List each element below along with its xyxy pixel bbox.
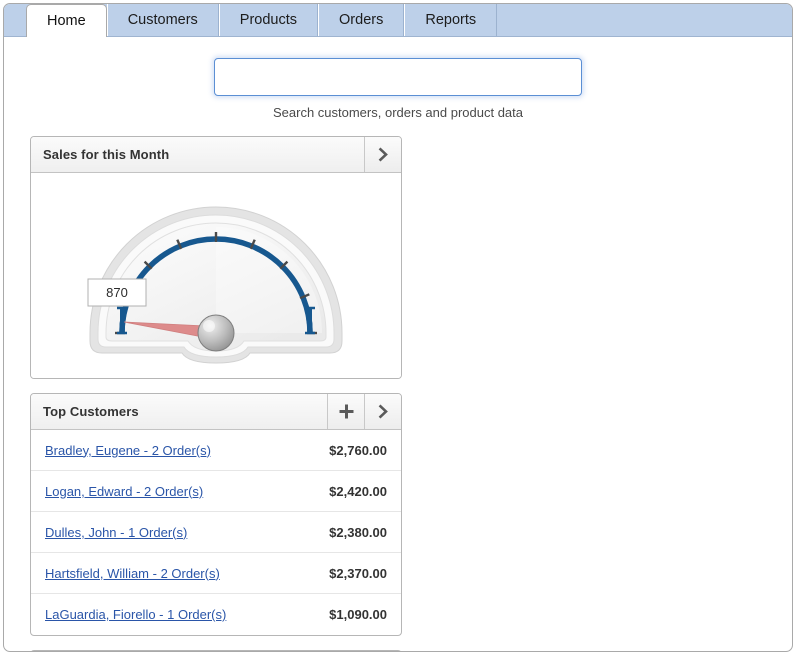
panel-sales-for-this-month: Sales for this Month 870 (30, 136, 402, 379)
sales-gauge: 870 (31, 173, 401, 378)
list-item: Dulles, John - 1 Order(s) $2,380.00 (31, 512, 401, 553)
panel-header: Sales for this Month (31, 137, 401, 173)
tab-label: Products (239, 12, 298, 28)
row-amount: $2,420.00 (329, 483, 387, 499)
list-item: Hartsfield, William - 2 Order(s) $2,370.0… (31, 553, 401, 594)
row-amount: $1,090.00 (329, 607, 387, 622)
panel-header: Top Products (31, 651, 401, 652)
list-item: LaGuardia, Fiorello - 1 Order(s) $1,090.0… (31, 594, 401, 635)
main-tabbar: Home Customers Products Orders Reports (4, 4, 792, 37)
plus-icon (339, 404, 354, 419)
list-item: Bradley, Eugene - 2 Order(s) $2,760.00 (31, 430, 401, 471)
tab-home[interactable]: Home (26, 4, 107, 37)
gauge-graphic: 870 (87, 206, 343, 364)
expand-products-button[interactable] (364, 651, 401, 652)
tab-orders[interactable]: Orders (318, 4, 405, 36)
dashboard-page: Home Customers Products Orders Reports Searc… (0, 0, 796, 655)
list-item: Logan, Edward - 2 Order(s) $2,420.00 (31, 471, 401, 512)
customer-link[interactable]: Dulles, John - 1 Order(s) (45, 525, 329, 540)
panel-header: Top Customers (31, 394, 401, 430)
gauge-value-label: 870 (106, 285, 128, 300)
chevron-right-icon (376, 404, 391, 419)
search-area: Search customers, orders and product dat… (4, 37, 792, 120)
panel-grid: Sales for this Month 870 Top Customers B… (4, 120, 792, 652)
add-product-button[interactable] (327, 651, 364, 652)
expand-customers-button[interactable] (364, 394, 401, 429)
tab-label: Customers (127, 12, 198, 28)
tab-customers[interactable]: Customers (106, 4, 219, 36)
tab-products[interactable]: Products (218, 4, 319, 36)
app-frame: Home Customers Products Orders Reports Searc… (3, 3, 793, 652)
panel-top-products: Top Products (30, 650, 402, 652)
expand-sales-button[interactable] (364, 137, 401, 172)
panel-title: Sales for this Month (43, 147, 170, 162)
tab-label: Orders (339, 12, 384, 28)
search-caption: Search customers, orders and product dat… (272, 105, 524, 120)
row-amount: $2,760.00 (329, 442, 387, 458)
row-amount: $2,380.00 (329, 524, 387, 540)
tab-label: Reports (425, 12, 477, 28)
panel-title: Top Products (31, 651, 327, 652)
tab-label: Home (47, 13, 86, 29)
search-input[interactable] (214, 58, 582, 96)
customer-link[interactable]: LaGuardia, Fiorello - 1 Order(s) (45, 607, 329, 622)
customer-link[interactable]: Bradley, Eugene - 2 Order(s) (45, 443, 329, 458)
customer-link[interactable]: Logan, Edward - 2 Order(s) (45, 484, 329, 499)
add-customer-button[interactable] (327, 394, 364, 429)
customer-link[interactable]: Hartsfield, William - 2 Order(s) (45, 566, 329, 581)
tab-reports[interactable]: Reports (404, 4, 498, 36)
top-customers-list: Bradley, Eugene - 2 Order(s) $2,760.00 Log… (31, 430, 401, 635)
panel-title: Top Customers (43, 404, 139, 419)
panel-top-customers: Top Customers Bradley, Eugene - 2 Order(… (30, 393, 402, 636)
chevron-right-icon (376, 147, 391, 162)
row-amount: $2,370.00 (329, 565, 387, 581)
